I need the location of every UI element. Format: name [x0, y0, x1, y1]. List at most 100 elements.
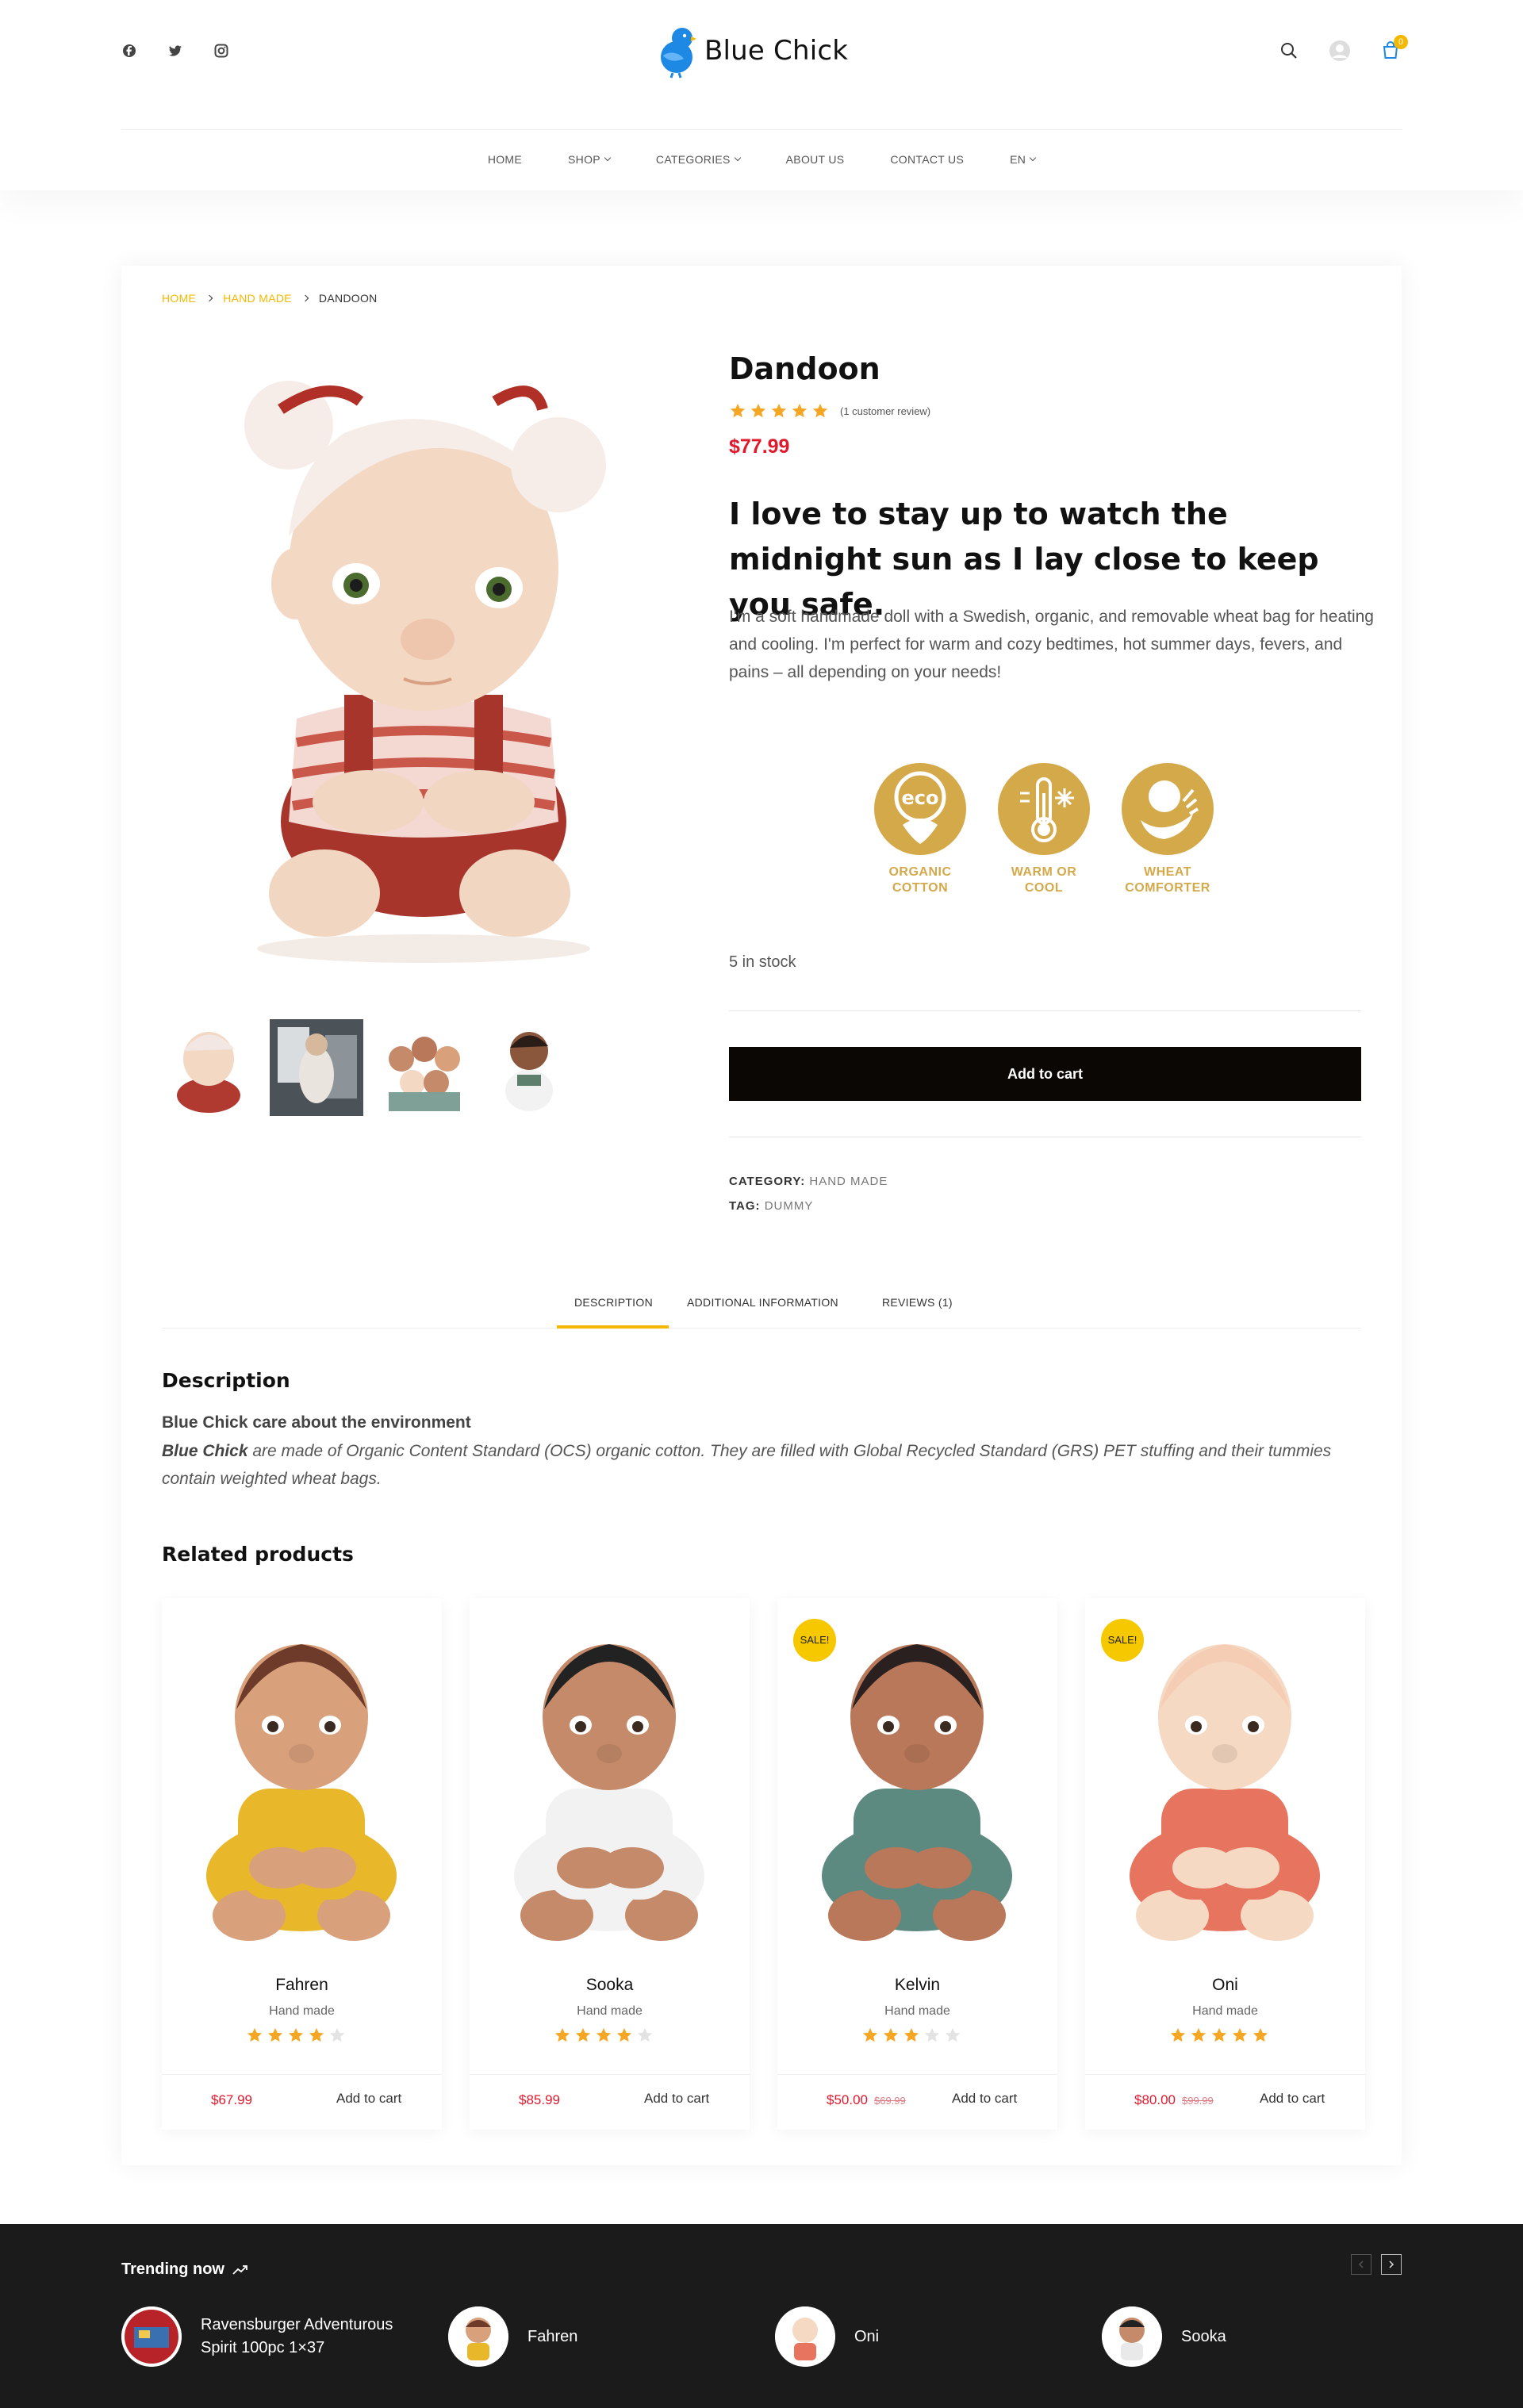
add-to-cart-button[interactable]: Add to cart: [729, 1047, 1361, 1101]
product-image[interactable]: [162, 1598, 442, 1955]
nav-shop[interactable]: SHOP: [568, 153, 612, 166]
feature-label-line1: WHEAT: [1144, 865, 1191, 879]
nav-contact[interactable]: CONTACT US: [890, 153, 964, 166]
product-category[interactable]: Hand made: [777, 2004, 1057, 2019]
tab-description[interactable]: DESCRIPTION: [574, 1296, 653, 1309]
trending-thumb: [1102, 2306, 1162, 2367]
nav-language[interactable]: EN: [1010, 153, 1037, 166]
star-filled-icon: [1253, 2027, 1268, 2042]
feature-warm-or-cool: WARM OR COOL: [996, 761, 1091, 896]
chick-logo-icon: [661, 28, 696, 79]
breadcrumb-home[interactable]: HOME: [162, 292, 196, 305]
nav-categories[interactable]: CATEGORIES: [656, 153, 741, 166]
search-icon[interactable]: [1278, 40, 1300, 62]
trending-thumb: [775, 2306, 835, 2367]
meta-label: CATEGORY:: [729, 1175, 806, 1188]
instagram-icon[interactable]: [213, 43, 229, 59]
product-category[interactable]: Hand made: [162, 2004, 442, 2019]
product-category-meta: CATEGORY: HAND MADE: [729, 1175, 888, 1188]
header-divider: [121, 129, 1402, 130]
review-count-link[interactable]: (1 customer review): [840, 405, 930, 417]
description-body: Blue Chick are made of Organic Content S…: [162, 1437, 1352, 1493]
current-price: $67.99: [211, 2092, 252, 2107]
nav-shop-label: SHOP: [568, 153, 600, 166]
social-links: [121, 43, 229, 59]
twitter-icon[interactable]: [167, 43, 183, 59]
description-text: are made of Organic Content Standard (OC…: [162, 1442, 1332, 1488]
trending-item[interactable]: Oni: [775, 2306, 1102, 2367]
related-products-heading: Related products: [162, 1543, 354, 1566]
chevron-down-icon: [1029, 154, 1037, 162]
thumbnail-1[interactable]: [162, 1019, 255, 1116]
sale-badge: SALE!: [793, 1619, 836, 1662]
brand-logo[interactable]: Blue Chick: [655, 22, 848, 79]
product-category[interactable]: Hand made: [470, 2004, 750, 2019]
nav-home[interactable]: HOME: [488, 153, 522, 166]
product-card-item[interactable]: Sooka Hand made $85.99 Add to cart: [470, 1598, 750, 2130]
trending-thumb: [448, 2306, 508, 2367]
product-image[interactable]: [470, 1598, 750, 1955]
old-price: $69.99: [874, 2095, 906, 2107]
user-icon[interactable]: [1329, 40, 1351, 62]
header-actions: 0: [1278, 35, 1408, 62]
product-card-item[interactable]: Fahren Hand made $67.99 Add to cart: [162, 1598, 442, 2130]
trending-title-label: Trending now: [121, 2260, 224, 2278]
nav-about[interactable]: ABOUT US: [786, 153, 845, 166]
trending-item[interactable]: Ravensburger Adventurous Spirit 100pc 1×…: [121, 2306, 448, 2367]
thumbnail-2[interactable]: [270, 1019, 363, 1116]
svg-text:eco: eco: [902, 787, 939, 809]
trending-item[interactable]: Sooka: [1102, 2306, 1429, 2367]
product-card-item[interactable]: SALE! Oni Hand made $80.00 $99.99 Add to cart: [1085, 1598, 1365, 2130]
product-name[interactable]: Oni: [1085, 1976, 1365, 1995]
main-nav: HOME SHOP CATEGORIES ABOUT US CONTACT US…: [0, 153, 1523, 166]
trending-item-name: Fahren: [527, 2327, 578, 2345]
star-filled-icon: [792, 403, 808, 418]
next-arrow-button[interactable]: [1381, 2254, 1402, 2275]
tab-additional-information[interactable]: ADDITIONAL INFORMATION: [687, 1296, 838, 1309]
product-main-image[interactable]: [162, 346, 685, 980]
product-price: $50.00 $69.99: [827, 2092, 906, 2108]
product-card-item[interactable]: SALE! Kelvin Hand made $50.00 $69.99 Add to c…: [777, 1598, 1057, 2130]
star-filled-icon: [288, 2027, 304, 2042]
category-link[interactable]: HAND MADE: [809, 1175, 888, 1188]
product-name[interactable]: Sooka: [470, 1976, 750, 1995]
add-to-cart-link[interactable]: Add to cart: [644, 2091, 709, 2107]
product-footer: $50.00 $69.99 Add to cart: [777, 2074, 1057, 2130]
feature-label-line2: COTTON: [892, 881, 949, 895]
add-to-cart-link[interactable]: Add to cart: [336, 2091, 401, 2107]
site-header: Blue Chick 0 HOME SHOP CATEGORIES ABOUT …: [0, 0, 1523, 190]
tag-link[interactable]: DUMMY: [765, 1199, 814, 1213]
related-products-grid: Fahren Hand made $67.99 Add to cart Sooka Han…: [162, 1598, 1365, 2130]
product-name[interactable]: Kelvin: [777, 1976, 1057, 1995]
product-name[interactable]: Fahren: [162, 1976, 442, 1995]
thermometer-snowflake-icon: [998, 763, 1090, 855]
current-price: $80.00: [1134, 2092, 1176, 2107]
trending-item-name: Oni: [854, 2327, 880, 2345]
cart-count-badge: 0: [1394, 35, 1408, 49]
cart-button[interactable]: 0: [1379, 35, 1408, 62]
trending-items: Ravensburger Adventurous Spirit 100pc 1×…: [121, 2306, 1429, 2367]
add-to-cart-link[interactable]: Add to cart: [952, 2091, 1017, 2107]
trending-item-name: Ravensburger Adventurous Spirit 100pc 1×…: [201, 2316, 393, 2356]
trending-item[interactable]: Fahren: [448, 2306, 775, 2367]
prev-arrow-button[interactable]: [1351, 2254, 1371, 2275]
product-price: $67.99: [211, 2092, 252, 2108]
chevron-right-icon: [1389, 2260, 1394, 2268]
trending-arrows: [1351, 2254, 1402, 2275]
breadcrumb-category[interactable]: HAND MADE: [223, 292, 292, 305]
product-category[interactable]: Hand made: [1085, 2004, 1365, 2019]
rating-stars: [554, 2026, 654, 2044]
thumbnail-4[interactable]: [485, 1019, 579, 1116]
breadcrumb-current: DANDOON: [318, 292, 378, 305]
facebook-icon[interactable]: [121, 43, 137, 59]
trending-item-name: Sooka: [1181, 2327, 1226, 2345]
thumbnail-3[interactable]: [378, 1019, 471, 1116]
rating-stars: [729, 402, 829, 420]
star-filled-icon: [750, 403, 766, 418]
tab-reviews[interactable]: REVIEWS (1): [882, 1296, 953, 1309]
nav-contact-label: CONTACT US: [890, 153, 965, 166]
description-heading: Description: [162, 1369, 290, 1392]
add-to-cart-link[interactable]: Add to cart: [1260, 2091, 1325, 2107]
star-filled-icon: [1191, 2027, 1207, 2042]
trending-title: Trending now: [121, 2260, 248, 2279]
